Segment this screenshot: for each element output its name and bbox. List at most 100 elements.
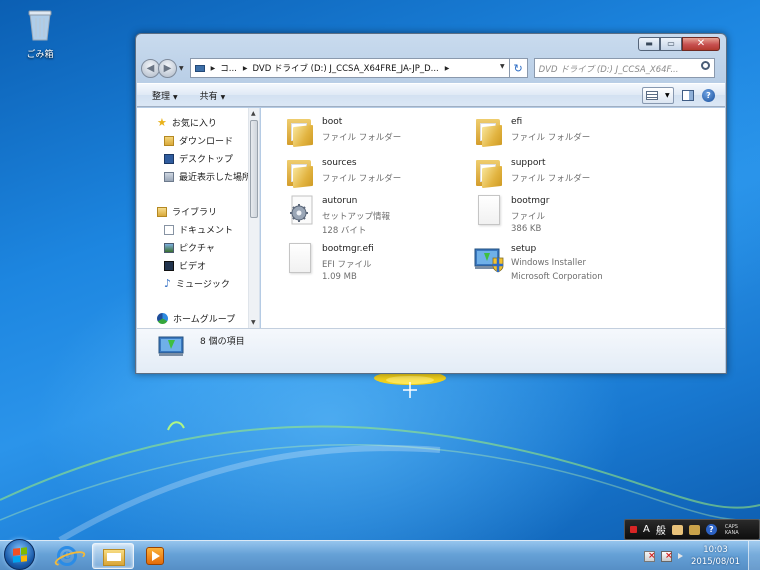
file-item-autorun[interactable]: autorun セットアップ情報 128 バイト bbox=[271, 193, 456, 237]
search-placeholder: DVD ドライブ (D:) J_CCSA_X64F... bbox=[538, 65, 679, 75]
volume-icon[interactable] bbox=[678, 553, 683, 559]
organize-menu[interactable]: 整理 ▼ bbox=[152, 89, 178, 102]
share-label: 共有 bbox=[199, 91, 218, 102]
scroll-up-icon[interactable]: ▲ bbox=[251, 110, 256, 117]
scrollbar-thumb[interactable] bbox=[250, 120, 258, 218]
file-type: EFI ファイル bbox=[322, 260, 372, 270]
forward-button[interactable]: ▶ bbox=[158, 58, 177, 78]
file-name: setup bbox=[511, 244, 537, 254]
forward-arrow-icon: ▶ bbox=[163, 62, 172, 74]
caps-kana-indicator: CAPS KANA bbox=[725, 524, 739, 536]
maximize-button[interactable]: ▭ bbox=[660, 37, 682, 51]
nav-label: ビデオ bbox=[179, 262, 207, 272]
clock-time: 10:03 bbox=[703, 545, 728, 555]
start-button[interactable] bbox=[4, 539, 35, 570]
action-center-icon[interactable] bbox=[644, 550, 656, 562]
recent-pages-dropdown[interactable]: ▼ bbox=[179, 65, 184, 72]
file-publisher: Microsoft Corporation bbox=[511, 272, 603, 282]
ime-pad-icon[interactable] bbox=[671, 524, 683, 535]
input-mode-a[interactable]: A bbox=[643, 524, 650, 535]
refresh-button[interactable]: ↻ bbox=[509, 58, 528, 78]
close-button[interactable]: ✕ bbox=[682, 37, 720, 51]
details-pane: 8 個の項目 bbox=[137, 328, 725, 373]
help-button[interactable]: ? bbox=[702, 89, 715, 102]
minimize-icon: ▬ bbox=[645, 39, 653, 48]
show-desktop-button[interactable] bbox=[748, 541, 760, 570]
file-name: autorun bbox=[322, 196, 358, 206]
recycle-bin[interactable]: ごみ箱 bbox=[14, 4, 66, 60]
file-item-bootmgr[interactable]: bootmgr ファイル 386 KB bbox=[460, 193, 645, 237]
scroll-down-icon[interactable]: ▼ bbox=[251, 319, 256, 326]
address-dropdown-icon[interactable]: ▼ bbox=[500, 63, 505, 70]
nav-item-pictures[interactable]: ピクチャ bbox=[164, 241, 215, 254]
address-bar[interactable]: ▶ コ... ▶ DVD ドライブ (D:) J_CCSA_X64FRE_JA-… bbox=[189, 58, 510, 78]
recycle-bin-label: ごみ箱 bbox=[26, 50, 54, 60]
file-item-bootmgr-efi[interactable]: bootmgr.efi EFI ファイル 1.09 MB bbox=[271, 241, 456, 285]
nav-label: ミュージック bbox=[176, 280, 230, 290]
nav-label: ドキュメント bbox=[179, 226, 234, 236]
system-clock[interactable]: 10:03 2015/08/01 bbox=[691, 544, 740, 568]
breadcrumb-separator-icon[interactable]: ▶ bbox=[445, 65, 450, 72]
file-item-efi[interactable]: efi ファイル フォルダー bbox=[460, 114, 645, 152]
nav-item-libraries[interactable]: ライブラリ bbox=[157, 205, 217, 218]
close-icon: ✕ bbox=[696, 38, 706, 49]
nav-label: ピクチャ bbox=[179, 244, 215, 254]
taskbar-media-player[interactable] bbox=[140, 543, 182, 569]
file-name: efi bbox=[511, 117, 523, 127]
file-size: 386 KB bbox=[511, 224, 542, 234]
nav-item-recent-places[interactable]: 最近表示した場所 bbox=[164, 170, 251, 183]
nav-item-desktop[interactable]: デスクトップ bbox=[164, 152, 233, 165]
file-item-sources[interactable]: sources ファイル フォルダー bbox=[271, 155, 456, 193]
file-item-support[interactable]: support ファイル フォルダー bbox=[460, 155, 645, 193]
breadcrumb-separator-icon[interactable]: ▶ bbox=[211, 65, 216, 72]
file-type: ファイル bbox=[511, 212, 546, 222]
windows-explorer-icon bbox=[103, 549, 125, 566]
nav-item-videos[interactable]: ビデオ bbox=[164, 259, 206, 272]
computer-icon bbox=[194, 64, 205, 72]
nav-pane-scrollbar[interactable]: ▲ ▼ bbox=[248, 108, 259, 328]
file-item-setup[interactable]: setup Windows Installer Microsoft Corpor… bbox=[460, 241, 645, 285]
conversion-mode[interactable]: 般 bbox=[656, 522, 666, 537]
nav-item-favorites[interactable]: ★ お気に入り bbox=[157, 116, 217, 129]
nav-item-homegroup[interactable]: ホームグループ bbox=[157, 312, 235, 325]
file-type: Windows Installer bbox=[511, 258, 586, 268]
notification-area: 10:03 2015/08/01 bbox=[644, 541, 760, 570]
taskbar-windows-explorer[interactable] bbox=[92, 543, 134, 569]
nav-label: ライブラリ bbox=[172, 208, 218, 218]
library-icon bbox=[157, 206, 167, 217]
search-input[interactable]: DVD ドライブ (D:) J_CCSA_X64F... bbox=[533, 58, 715, 78]
generic-file-icon bbox=[476, 195, 504, 227]
command-bar: 整理 ▼ 共有 ▼ ▼ ? bbox=[137, 83, 725, 107]
breadcrumb-dvd-drive[interactable]: DVD ドライブ (D:) J_CCSA_X64FRE_JA-JP_D... bbox=[252, 62, 438, 74]
help-icon[interactable]: ? bbox=[705, 524, 717, 535]
window-controls: ▬ ▭ ✕ bbox=[638, 37, 720, 51]
kana-label: KANA bbox=[724, 529, 739, 536]
windows-logo-icon bbox=[13, 547, 27, 563]
breadcrumb-separator-icon[interactable]: ▶ bbox=[243, 65, 248, 72]
nav-item-downloads[interactable]: ダウンロード bbox=[164, 134, 233, 147]
share-menu[interactable]: 共有 ▼ bbox=[200, 89, 226, 102]
media-player-icon bbox=[146, 547, 164, 565]
nav-item-music[interactable]: ♪ ミュージック bbox=[164, 277, 230, 290]
preview-pane-button[interactable] bbox=[682, 90, 694, 101]
ime-status-icon[interactable] bbox=[630, 526, 637, 533]
network-icon[interactable] bbox=[661, 550, 673, 562]
nav-label: お気に入り bbox=[171, 119, 217, 129]
installer-icon bbox=[474, 243, 504, 275]
change-view-button[interactable]: ▼ bbox=[642, 87, 674, 104]
folder-icon bbox=[287, 157, 315, 189]
file-size: 1.09 MB bbox=[322, 272, 357, 282]
taskbar-internet-explorer[interactable]: e bbox=[46, 543, 88, 569]
breadcrumb-computer[interactable]: コ... bbox=[220, 62, 237, 74]
explorer-window: ▬ ▭ ✕ ◀ ▶ ▼ ▶ コ... ▶ DVD ドライブ (D:) J_CCS… bbox=[135, 33, 727, 374]
star-icon: ★ bbox=[157, 116, 167, 129]
file-name: boot bbox=[322, 117, 343, 127]
file-type: ファイル フォルダー bbox=[322, 133, 402, 143]
minimize-button[interactable]: ▬ bbox=[638, 37, 660, 51]
videos-icon bbox=[164, 260, 174, 271]
chevron-down-icon[interactable]: ▼ bbox=[665, 92, 670, 99]
file-item-boot[interactable]: boot ファイル フォルダー bbox=[271, 114, 456, 152]
tools-icon[interactable] bbox=[688, 524, 700, 535]
file-size: 128 バイト bbox=[322, 226, 367, 236]
nav-item-documents[interactable]: ドキュメント bbox=[164, 223, 233, 236]
